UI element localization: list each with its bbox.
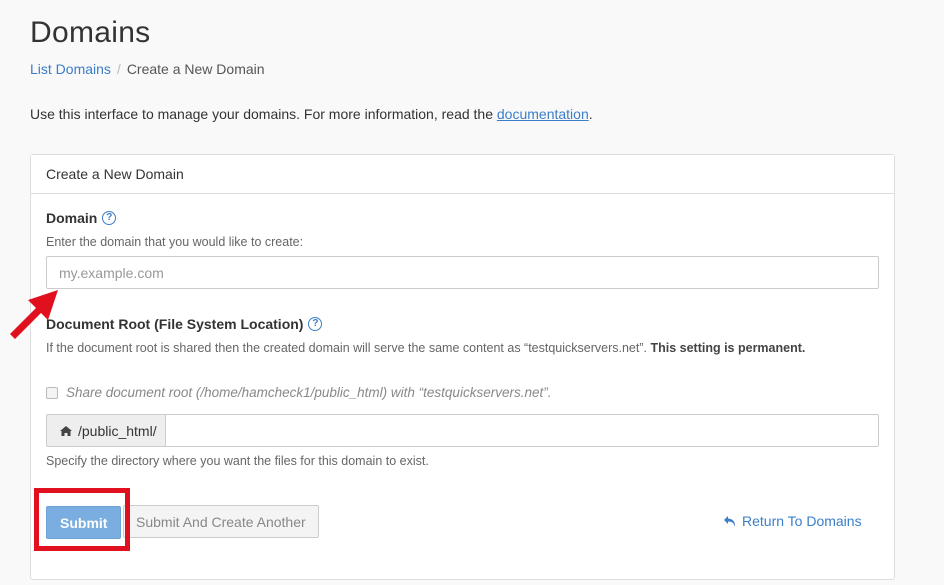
red-pointer-arrow-icon <box>10 290 58 339</box>
submit-highlight-box <box>34 488 130 551</box>
domain-label: Domain ? <box>46 210 117 226</box>
page: Domains List Domains / Create a New Doma… <box>0 0 944 585</box>
breadcrumb-list-domains-link[interactable]: List Domains <box>30 61 111 77</box>
domain-label-text: Domain <box>46 210 98 226</box>
domain-hint: Enter the domain that you would like to … <box>46 235 304 249</box>
document-root-label-text: Document Root (File System Location) <box>46 316 304 332</box>
create-domain-panel: Create a New Domain Domain ? Enter the d… <box>30 154 895 580</box>
question-circle-icon[interactable]: ? <box>308 317 323 331</box>
share-document-root-row: Share document root (/home/hamcheck1/pub… <box>46 385 551 400</box>
breadcrumb-current: Create a New Domain <box>126 61 265 77</box>
submit-and-create-another-button[interactable]: Submit And Create Another <box>123 505 319 538</box>
return-to-domains-label: Return To Domains <box>742 513 862 529</box>
share-document-root-label: Share document root (/home/hamcheck1/pub… <box>66 385 552 400</box>
document-root-input-group: /public_html/ <box>46 414 879 447</box>
breadcrumb-separator: / <box>116 61 121 77</box>
breadcrumb: List Domains / Create a New Domain <box>30 61 265 77</box>
document-root-permanent-note: This setting is permanent. <box>650 341 806 355</box>
document-root-hint: Specify the directory where you want the… <box>46 454 429 468</box>
share-document-root-checkbox[interactable] <box>46 386 58 399</box>
document-root-prefix-text: /public_html/ <box>78 422 157 439</box>
intro-text-suffix: . <box>588 106 593 122</box>
document-root-prefix: /public_html/ <box>46 414 166 447</box>
panel-heading: Create a New Domain <box>31 155 894 194</box>
home-icon <box>60 425 72 436</box>
document-root-description-text: If the document root is shared then the … <box>46 341 651 355</box>
return-to-domains-link[interactable]: Return To Domains <box>723 513 862 529</box>
domain-input[interactable] <box>46 256 879 289</box>
undo-arrow-icon <box>724 515 736 527</box>
page-title: Domains <box>30 16 151 49</box>
intro-text-body: Use this interface to manage your domain… <box>30 106 497 122</box>
question-circle-icon[interactable]: ? <box>102 211 117 225</box>
document-root-input[interactable] <box>165 414 879 447</box>
document-root-description: If the document root is shared then the … <box>46 340 826 357</box>
documentation-link[interactable]: documentation <box>497 106 589 122</box>
intro-text: Use this interface to manage your domain… <box>30 106 593 122</box>
document-root-label: Document Root (File System Location) ? <box>46 316 323 332</box>
